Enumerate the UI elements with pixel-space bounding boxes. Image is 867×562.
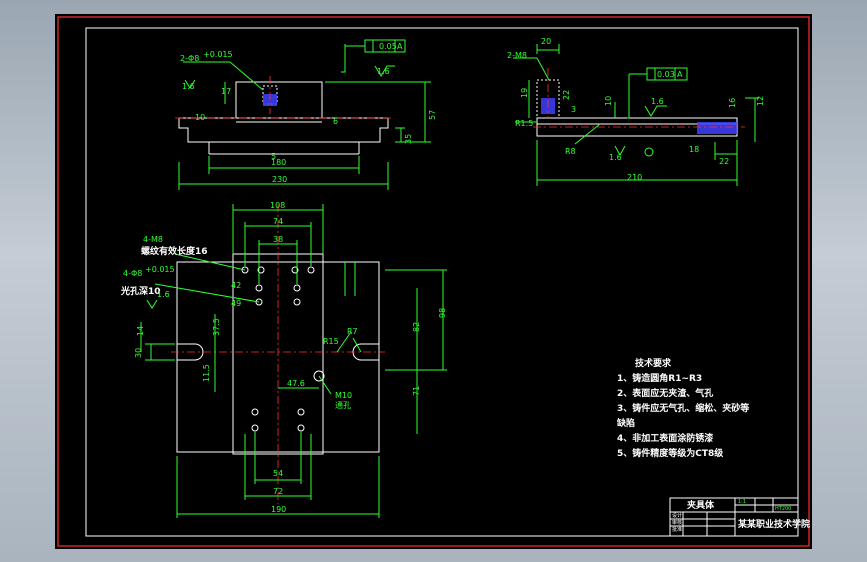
front-tol-box: 0.05 — [379, 42, 397, 51]
note-item-4: 4、非加工表面涂防锈漆 — [617, 432, 713, 444]
title-block-row-1: 设计 — [672, 512, 682, 519]
top-d30: 30 — [134, 348, 143, 358]
side-ra2: 1.6 — [651, 97, 664, 106]
front-d230: 230 — [272, 175, 287, 184]
top-ra: 1.6 — [157, 290, 170, 299]
front-d180: 180 — [271, 158, 286, 167]
title-block-row-2: 审核 — [672, 519, 682, 526]
front-d35: 35 — [404, 134, 413, 144]
top-d74: 74 — [273, 217, 283, 226]
side-d3: 3 — [571, 105, 576, 114]
note-item-1: 1、铸造圆角R1~R3 — [617, 372, 702, 384]
front-holes-label: 2-Φ8 — [180, 54, 199, 63]
top-d71: 71 — [412, 386, 421, 396]
note-item-2: 2、表面应无夹渣、气孔 — [617, 387, 713, 399]
top-d37-5: 37.5 — [212, 318, 221, 336]
side-r1-5: R1.5 — [515, 119, 533, 128]
top-thread: 4-M8 — [143, 235, 163, 244]
top-d47-6: 47.6 — [287, 379, 305, 388]
side-d12: 12 — [756, 96, 765, 106]
top-d54: 54 — [273, 469, 283, 478]
front-view — [175, 39, 431, 190]
front-ra2: 1.6 — [377, 67, 390, 76]
side-d18: 18 — [689, 145, 699, 154]
title-block-row-3: 批准 — [672, 526, 682, 533]
front-d17: 17 — [221, 87, 231, 96]
top-d14: 14 — [136, 326, 145, 336]
title-block-school: 某某职业技术学院 — [738, 518, 810, 530]
side-ra1: 1.6 — [609, 153, 622, 162]
top-d38: 38 — [273, 235, 283, 244]
top-r15: R15 — [323, 337, 339, 346]
side-r8: R8 — [565, 147, 576, 156]
title-block-name: 夹具体 — [687, 499, 715, 511]
cad-viewport[interactable]: 2-Φ8 +0.015 1.6 17 10 6 5 35 57 180 230 … — [55, 14, 812, 549]
side-tol-box: 0.03 — [657, 70, 675, 79]
note-item-5: 5、铸件精度等级为CT8级 — [617, 447, 724, 459]
front-d57: 57 — [428, 110, 437, 120]
top-holes-tol: +0.015 — [145, 265, 175, 274]
top-d49: 49 — [231, 299, 241, 308]
engineering-drawing: 2-Φ8 +0.015 1.6 17 10 6 5 35 57 180 230 … — [57, 16, 810, 547]
front-ra: 1.6 — [182, 82, 195, 91]
front-holes-tol: +0.015 — [203, 50, 233, 59]
side-d19: 19 — [520, 88, 529, 98]
side-d210: 210 — [627, 173, 642, 182]
side-d16: 16 — [728, 98, 737, 108]
front-datum: A — [397, 42, 403, 51]
top-holes: 4-Φ8 — [123, 269, 142, 278]
note-item-3-cont: 缺陷 — [616, 417, 635, 429]
top-thread-note: 螺纹有效长度16 — [141, 245, 208, 257]
top-d72: 72 — [273, 487, 283, 496]
top-holes-note: 光孔深10 — [120, 285, 161, 297]
top-m10: M10 — [335, 391, 352, 400]
side-holes: 2-M8 — [507, 51, 527, 60]
top-m10-note: 通孔 — [335, 400, 351, 410]
side-datum: A — [677, 70, 683, 79]
title-block-material: HT200 — [775, 506, 791, 512]
title-block-scale: 1:1 — [738, 499, 746, 505]
note-item-3: 3、铸件应无气孔、缩松、夹砂等 — [617, 402, 749, 414]
front-d10: 10 — [195, 113, 205, 122]
side-d10: 10 — [604, 96, 613, 106]
top-d42: 42 — [231, 281, 241, 290]
sheet-border — [57, 16, 810, 547]
top-d108: 108 — [270, 201, 285, 210]
top-d98: 98 — [438, 308, 447, 318]
top-d190: 190 — [271, 505, 286, 514]
side-d20: 20 — [541, 37, 551, 46]
side-d22: 22 — [562, 90, 571, 100]
top-d82: 82 — [412, 322, 421, 332]
notes-title: 技术要求 — [635, 357, 672, 369]
front-d6: 6 — [333, 117, 338, 126]
top-r7: R7 — [347, 327, 358, 336]
top-d11-5: 11.5 — [202, 364, 211, 382]
drawing-frame — [85, 27, 799, 537]
side-d22b: 22 — [719, 157, 729, 166]
